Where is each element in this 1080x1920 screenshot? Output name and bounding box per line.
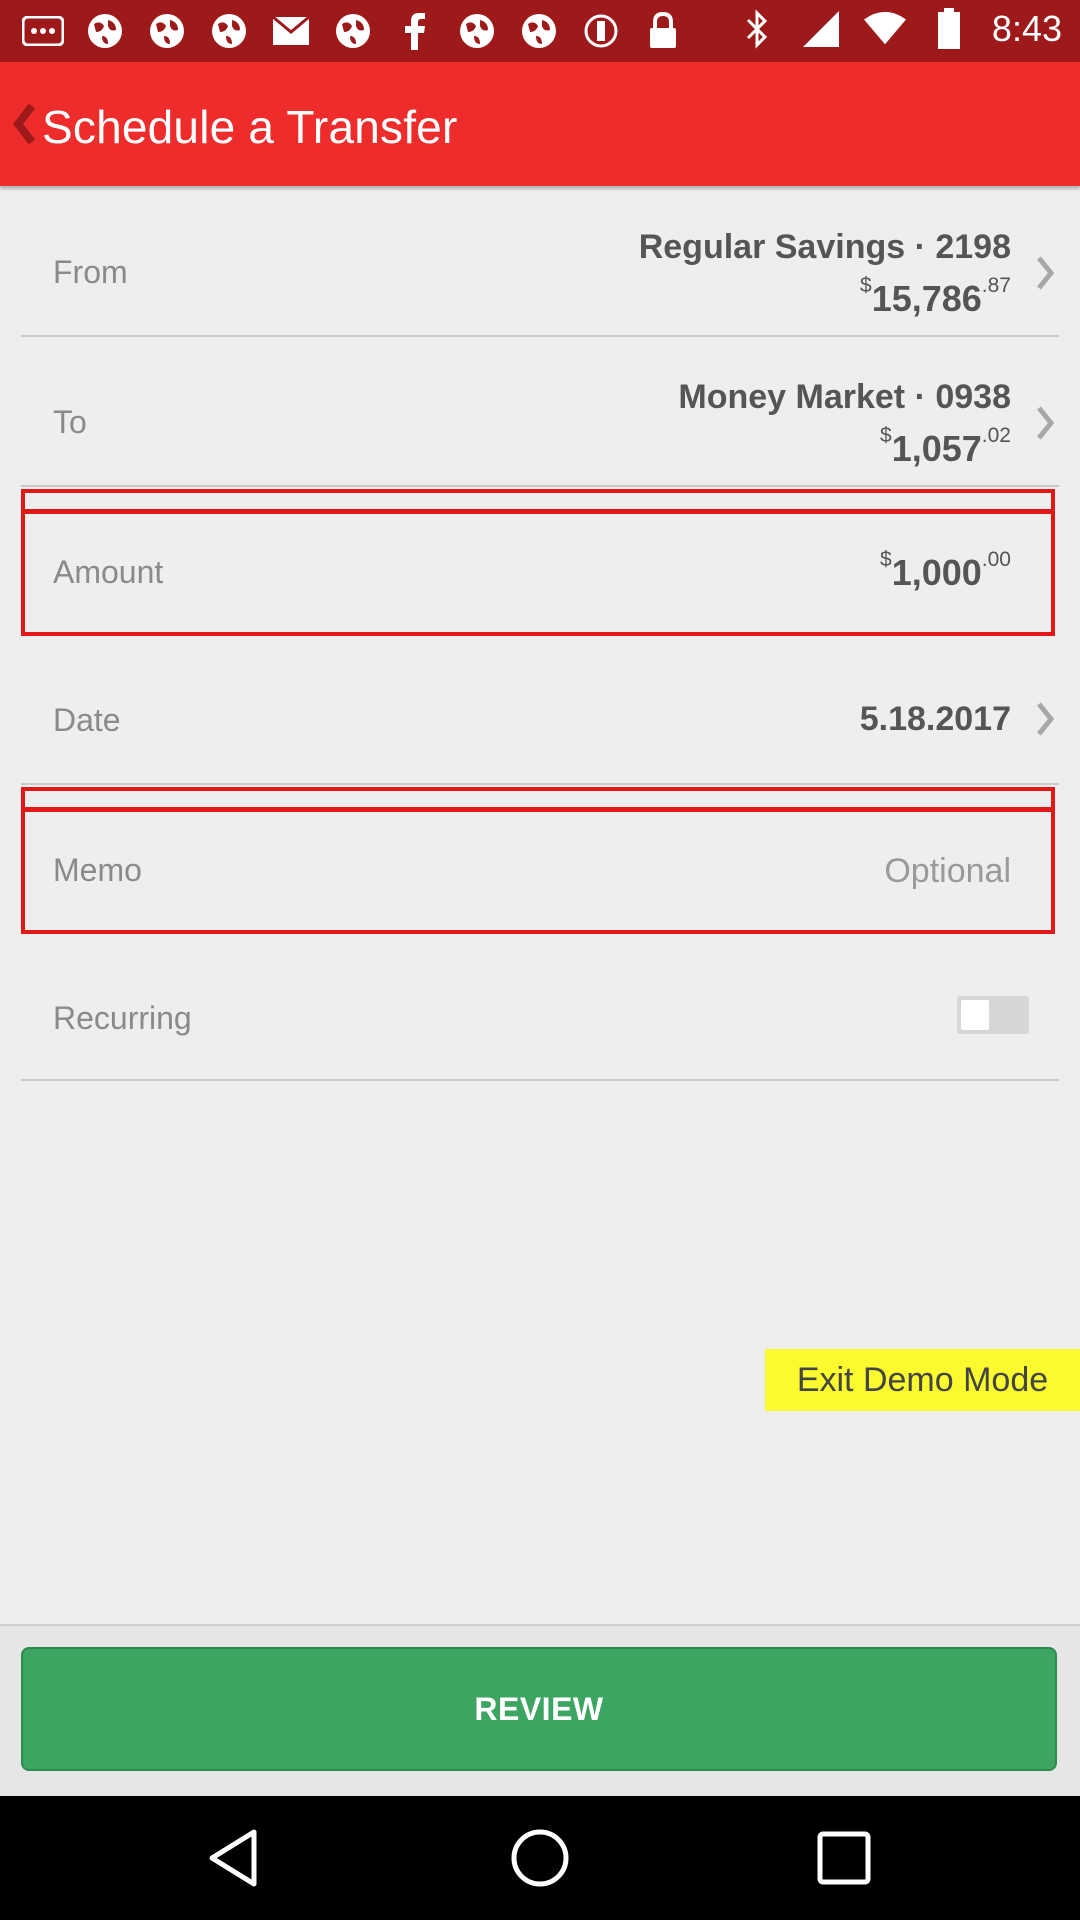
from-label: From xyxy=(53,254,128,290)
divider xyxy=(21,485,1059,487)
recurring-row: Recurring xyxy=(21,955,1059,1080)
globe-icon xyxy=(84,10,126,52)
chevron-right-icon xyxy=(1037,406,1055,440)
app-bar: Schedule a Transfer xyxy=(0,62,1080,186)
currency-symbol: $ xyxy=(880,548,892,571)
globe-icon xyxy=(208,10,250,52)
clock: 8:43 xyxy=(991,8,1062,49)
amount-label: Amount xyxy=(53,554,164,590)
signal-icon xyxy=(800,8,842,50)
facebook-icon xyxy=(394,10,436,52)
recurring-toggle[interactable] xyxy=(957,996,1029,1034)
memo-field[interactable]: Memo Optional xyxy=(21,808,1059,934)
amount-whole: 1,000 xyxy=(891,552,982,593)
exit-demo-mode-button[interactable]: Exit Demo Mode xyxy=(765,1349,1080,1411)
amount-cents: .00 xyxy=(981,548,1011,571)
notification-icons xyxy=(22,10,684,52)
status-bar: 8:43 xyxy=(0,0,1080,62)
amount-field[interactable]: Amount $1,000.00 xyxy=(21,510,1059,636)
memo-placeholder: Optional xyxy=(884,852,1011,890)
globe-icon xyxy=(456,10,498,52)
circle-icon xyxy=(580,10,622,52)
balance-cents: .87 xyxy=(981,274,1011,297)
from-account-balance: $15,786.87 xyxy=(860,274,1011,320)
mail-icon xyxy=(270,10,312,52)
globe-icon xyxy=(518,10,560,52)
to-account-name: Money Market · 0938 xyxy=(678,378,1011,416)
memo-label: Memo xyxy=(53,852,142,888)
recents-nav-icon[interactable] xyxy=(812,1826,876,1890)
bluetooth-icon xyxy=(736,8,778,50)
balance-whole: 15,786 xyxy=(871,278,982,319)
globe-icon xyxy=(332,10,374,52)
system-icons: 8:43 xyxy=(736,8,1062,50)
recurring-label: Recurring xyxy=(53,1000,192,1036)
navigation-bar xyxy=(0,1796,1080,1920)
more-icon xyxy=(22,10,64,52)
to-label: To xyxy=(53,404,87,440)
divider xyxy=(21,1079,1059,1081)
date-label: Date xyxy=(53,702,121,738)
from-account-name: Regular Savings · 2198 xyxy=(638,228,1011,266)
globe-icon xyxy=(146,10,188,52)
wifi-icon xyxy=(863,8,906,50)
to-account-balance: $1,057.02 xyxy=(880,424,1011,470)
to-account-row[interactable]: To Money Market · 0938 $1,057.02 xyxy=(21,340,1059,485)
divider xyxy=(21,783,1059,785)
currency-symbol: $ xyxy=(860,274,872,297)
back-nav-icon[interactable] xyxy=(204,1826,268,1890)
currency-symbol: $ xyxy=(880,424,892,447)
amount-value: $1,000.00 xyxy=(880,548,1011,594)
toggle-knob xyxy=(961,1000,989,1030)
lock-icon xyxy=(642,10,684,52)
chevron-right-icon xyxy=(1037,702,1055,736)
balance-cents: .02 xyxy=(981,424,1011,447)
back-chevron-icon[interactable] xyxy=(8,98,38,150)
battery-icon xyxy=(928,8,970,50)
divider xyxy=(21,335,1059,337)
date-row[interactable]: Date 5.18.2017 xyxy=(21,660,1059,780)
date-value: 5.18.2017 xyxy=(859,700,1011,738)
home-nav-icon[interactable] xyxy=(508,1826,572,1890)
chevron-right-icon xyxy=(1037,256,1055,290)
from-account-row[interactable]: From Regular Savings · 2198 $15,786.87 xyxy=(21,190,1059,335)
review-button[interactable]: REVIEW xyxy=(21,1647,1057,1771)
page-title: Schedule a Transfer xyxy=(42,101,458,153)
balance-whole: 1,057 xyxy=(891,428,982,469)
